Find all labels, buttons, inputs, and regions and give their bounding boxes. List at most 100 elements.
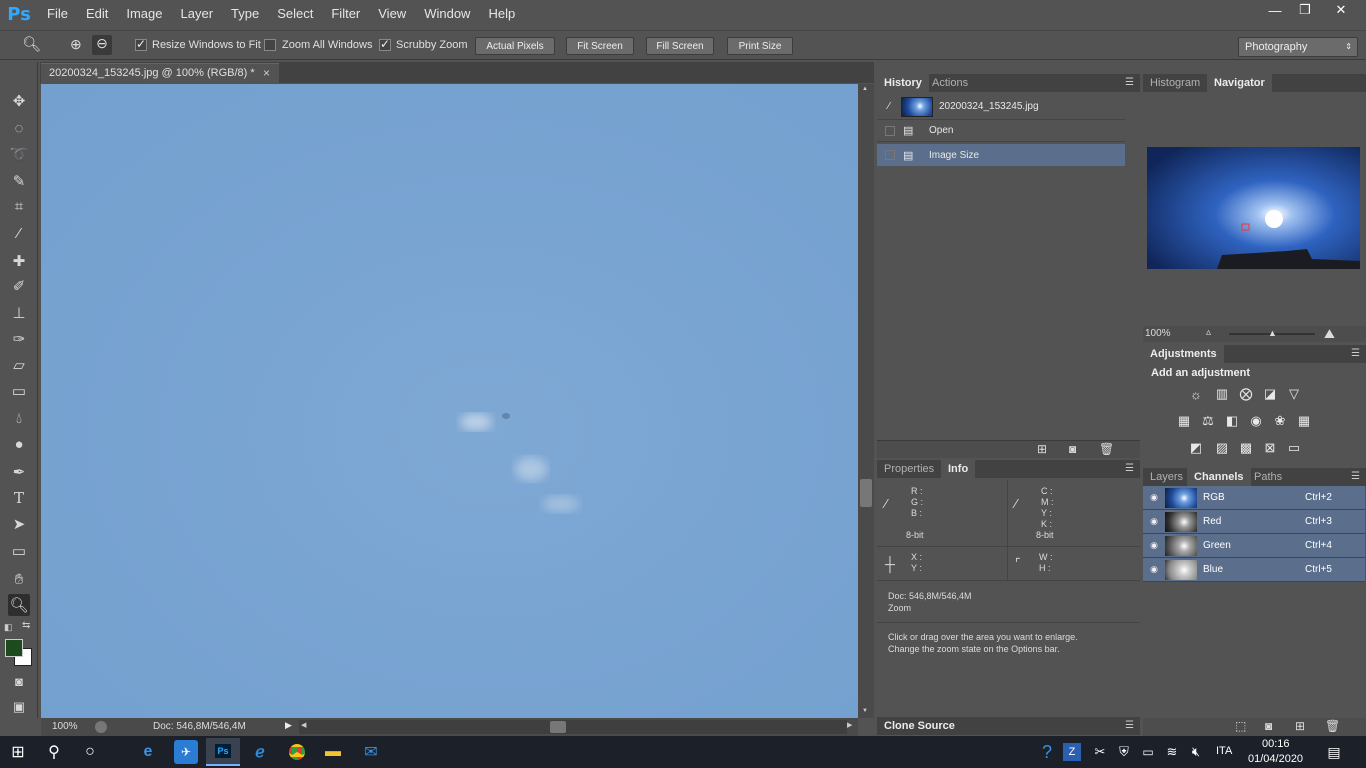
panel-menu-icon[interactable]: ☰ bbox=[1351, 471, 1360, 482]
notifications-icon[interactable]: ▤ bbox=[1322, 740, 1346, 764]
zotero-icon[interactable]: Z bbox=[1063, 743, 1081, 761]
clone-source-panel[interactable]: Clone Source ☰ bbox=[877, 717, 1140, 735]
file-explorer-icon[interactable]: ▬ bbox=[321, 740, 345, 764]
zoom-in-icon[interactable]: ⊕ bbox=[70, 36, 82, 53]
posterize-icon[interactable]: ▨ bbox=[1213, 440, 1231, 456]
panel-menu-icon[interactable]: ☰ bbox=[1125, 77, 1134, 88]
windows-start-icon[interactable]: ⊞ bbox=[6, 740, 30, 764]
tab-histogram[interactable]: Histogram bbox=[1143, 74, 1207, 92]
mail-icon[interactable]: ✉ bbox=[359, 740, 383, 764]
dodge-tool-icon[interactable]: ● bbox=[8, 433, 30, 455]
history-checkbox[interactable] bbox=[885, 125, 895, 136]
healing-brush-tool-icon[interactable]: ✚ bbox=[8, 250, 30, 272]
channel-row-rgb[interactable]: ◉ RGB Ctrl+2 bbox=[1143, 486, 1365, 510]
channel-row-red[interactable]: ◉ Red Ctrl+3 bbox=[1143, 510, 1365, 534]
scroll-right-icon[interactable]: ▶ bbox=[847, 721, 852, 729]
marquee-tool-icon[interactable]: ◌ bbox=[8, 117, 30, 139]
tab-properties[interactable]: Properties bbox=[877, 460, 941, 478]
threshold-icon[interactable]: ▩ bbox=[1237, 440, 1255, 456]
minimize-button[interactable]: — bbox=[1258, 0, 1292, 20]
tab-paths[interactable]: Paths bbox=[1247, 468, 1289, 486]
history-brush-tool-icon[interactable]: ✑ bbox=[8, 328, 30, 350]
eyedropper-cmyk-icon[interactable]: ⁄ bbox=[1015, 496, 1017, 511]
print-size-button[interactable]: Print Size bbox=[727, 37, 793, 55]
language-indicator[interactable]: ITA bbox=[1216, 745, 1232, 757]
restore-button[interactable]: ❐ bbox=[1288, 0, 1322, 20]
edge-browser-icon[interactable]: e bbox=[136, 740, 160, 764]
menu-layer[interactable]: Layer bbox=[172, 0, 223, 28]
history-snapshot[interactable]: ⁄ 20200324_153245.jpg bbox=[877, 94, 1125, 120]
zoom-out-icon[interactable]: ⊖ bbox=[92, 35, 112, 55]
chrome-icon[interactable] bbox=[285, 740, 309, 764]
blur-tool-icon[interactable]: 💧︎ bbox=[8, 407, 30, 429]
eraser-tool-icon[interactable]: ▱ bbox=[8, 354, 30, 376]
close-window-button[interactable]: ✕ bbox=[1324, 0, 1358, 20]
scroll-up-icon[interactable]: ▲ bbox=[862, 86, 868, 92]
menu-filter[interactable]: Filter bbox=[322, 0, 369, 28]
load-selection-icon[interactable]: ⬚ bbox=[1235, 719, 1246, 733]
hue-saturation-icon[interactable]: ▦ bbox=[1175, 413, 1193, 429]
tray-app-icon[interactable]: ✂ bbox=[1088, 740, 1112, 764]
hand-tool-icon[interactable]: ✋︎ bbox=[8, 568, 30, 590]
black-white-icon[interactable]: ◧ bbox=[1223, 413, 1241, 429]
photoshop-taskbar-icon[interactable]: Ps bbox=[206, 738, 240, 766]
menu-image[interactable]: Image bbox=[117, 0, 171, 28]
menu-file[interactable]: File bbox=[38, 0, 77, 28]
navigator-zoom-thumb[interactable]: ▲ bbox=[1268, 328, 1277, 338]
fill-screen-button[interactable]: Fill Screen bbox=[646, 37, 714, 55]
type-tool-icon[interactable]: T bbox=[8, 487, 30, 509]
lasso-tool-icon[interactable]: ➰ bbox=[8, 143, 30, 165]
clone-stamp-tool-icon[interactable]: ⊥ bbox=[8, 302, 30, 324]
tab-navigator[interactable]: Navigator bbox=[1207, 74, 1272, 92]
task-view-icon[interactable]: ○ bbox=[78, 740, 102, 764]
tab-actions[interactable]: Actions bbox=[925, 74, 975, 92]
fit-screen-button[interactable]: Fit Screen bbox=[566, 37, 634, 55]
brush-tool-icon[interactable]: ✐ bbox=[8, 275, 30, 297]
navigator-zoom-value[interactable]: 100% bbox=[1145, 328, 1171, 339]
gradient-tool-icon[interactable]: ▭ bbox=[8, 380, 30, 402]
rectangle-tool-icon[interactable]: ▭ bbox=[8, 540, 30, 562]
channel-row-green[interactable]: ◉ Green Ctrl+4 bbox=[1143, 534, 1365, 558]
tab-layers[interactable]: Layers bbox=[1143, 468, 1190, 486]
panel-menu-icon[interactable]: ☰ bbox=[1125, 720, 1134, 731]
vertical-scroll-thumb[interactable] bbox=[860, 479, 872, 507]
history-item-open[interactable]: ▤ Open bbox=[877, 120, 1125, 142]
trash-icon[interactable]: 🗑︎ bbox=[1325, 719, 1340, 733]
status-info-icon[interactable] bbox=[95, 721, 107, 733]
tab-info[interactable]: Info bbox=[941, 460, 976, 478]
menu-help[interactable]: Help bbox=[479, 0, 524, 28]
document-tab[interactable]: 20200324_153245.jpg @ 100% (RGB/8) * × bbox=[41, 63, 279, 83]
new-document-from-state-icon[interactable]: ⊞ bbox=[1037, 442, 1047, 456]
search-icon[interactable]: ⚲ bbox=[42, 740, 66, 764]
shield-icon[interactable]: ⛨ bbox=[1112, 740, 1136, 764]
tab-channels[interactable]: Channels bbox=[1187, 468, 1251, 486]
resize-windows-checkbox[interactable] bbox=[135, 37, 147, 51]
close-tab-icon[interactable]: × bbox=[263, 64, 270, 83]
visibility-eye-icon[interactable]: ◉ bbox=[1143, 564, 1165, 575]
channel-mixer-icon[interactable]: ❀ bbox=[1271, 413, 1289, 429]
new-channel-icon[interactable]: ⊞ bbox=[1295, 719, 1305, 733]
horizontal-scrollbar[interactable] bbox=[299, 720, 847, 734]
image-canvas[interactable] bbox=[41, 84, 858, 718]
volume-mute-icon[interactable]: 🔇︎ bbox=[1184, 740, 1208, 764]
photo-filter-icon[interactable]: ◉ bbox=[1247, 413, 1265, 429]
visibility-eye-icon[interactable]: ◉ bbox=[1143, 492, 1165, 503]
history-item-image-size[interactable]: ▤ Image Size bbox=[877, 144, 1125, 166]
internet-explorer-icon[interactable]: ℯ bbox=[248, 740, 272, 764]
history-checkbox[interactable] bbox=[885, 150, 895, 160]
help-icon[interactable]: ? bbox=[1035, 740, 1059, 764]
selective-color-icon[interactable]: ⊠ bbox=[1261, 440, 1279, 456]
menu-view[interactable]: View bbox=[369, 0, 415, 28]
actual-pixels-button[interactable]: Actual Pixels bbox=[475, 37, 555, 55]
zoom-tool-icon[interactable]: 🔍︎ bbox=[8, 594, 30, 616]
menu-edit[interactable]: Edit bbox=[77, 0, 117, 28]
save-selection-icon[interactable]: ◙ bbox=[1265, 719, 1272, 733]
vibrance-icon[interactable]: ▽ bbox=[1285, 386, 1303, 402]
zoom-out-mountain-icon[interactable]: ▵ bbox=[1206, 327, 1211, 338]
panel-menu-icon[interactable]: ☰ bbox=[1351, 348, 1360, 359]
workspace-select[interactable]: Photography ⇕ bbox=[1238, 37, 1358, 57]
screen-mode-icon[interactable]: ▣ bbox=[8, 696, 30, 718]
swap-colors-icon[interactable]: ⇆ bbox=[22, 620, 30, 631]
zoom-all-checkbox[interactable] bbox=[264, 39, 276, 51]
scroll-left-icon[interactable]: ◀ bbox=[301, 721, 306, 729]
